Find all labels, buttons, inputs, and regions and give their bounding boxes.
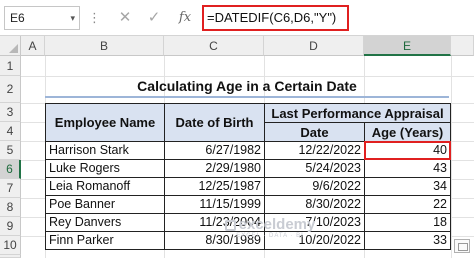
formula-input[interactable]: =DATEDIF(C6,D6,"Y"): [202, 5, 349, 31]
cell-age[interactable]: 43: [364, 159, 451, 178]
column-header-f[interactable]: [451, 36, 474, 56]
cell-employee-name[interactable]: Poe Banner: [45, 195, 165, 214]
header-date[interactable]: Date: [264, 122, 365, 142]
row-header[interactable]: 5: [0, 141, 21, 160]
cell-age[interactable]: 18: [364, 213, 451, 232]
cell-age[interactable]: 34: [364, 177, 451, 196]
name-box-value: E6: [10, 11, 25, 25]
row-header[interactable]: 9: [0, 217, 21, 236]
select-all-icon: [9, 44, 18, 53]
cell-age[interactable]: 22: [364, 195, 451, 214]
row-header[interactable]: 7: [0, 179, 21, 198]
cell-appraisal-date[interactable]: 5/24/2023: [264, 159, 365, 178]
column-header-e[interactable]: E: [364, 36, 451, 56]
select-all-button[interactable]: [0, 36, 21, 56]
cell-employee-name[interactable]: Leia Romanoff: [45, 177, 165, 196]
header-date-of-birth[interactable]: Date of Birth: [164, 103, 265, 142]
column-header-d[interactable]: D: [264, 36, 364, 56]
quick-analysis-icon[interactable]: [454, 239, 470, 253]
name-box[interactable]: E6 ▾: [4, 6, 80, 30]
drag-handle-icon[interactable]: ⋮: [88, 9, 101, 27]
column-header-c[interactable]: C: [164, 36, 264, 56]
cell-appraisal-date[interactable]: 9/6/2022: [264, 177, 365, 196]
cell-date-of-birth[interactable]: 6/27/1982: [164, 141, 265, 160]
row-header[interactable]: 10: [0, 236, 21, 255]
row-header[interactable]: 8: [0, 198, 21, 217]
row-header[interactable]: 4: [0, 122, 21, 141]
header-last-performance-appraisal[interactable]: Last Performance Appraisal: [264, 103, 451, 123]
cell-date-of-birth[interactable]: 2/29/1980: [164, 159, 265, 178]
row-header[interactable]: 3: [0, 103, 21, 122]
exceldemy-logo-icon: [224, 219, 236, 231]
header-employee-name[interactable]: Employee Name: [45, 103, 165, 142]
cell-date-of-birth[interactable]: 12/25/1987: [164, 177, 265, 196]
watermark: exceldemy EXCEL · DATA · BI: [205, 216, 335, 240]
watermark-tagline: EXCEL · DATA · BI: [236, 233, 304, 239]
title-underline: [45, 96, 449, 98]
insert-function-icon[interactable]: fx: [176, 8, 194, 28]
cell-employee-name[interactable]: Rey Danvers: [45, 213, 165, 232]
column-header-a[interactable]: A: [21, 36, 45, 56]
cell-age[interactable]: 33: [364, 231, 451, 250]
cell-employee-name[interactable]: Luke Rogers: [45, 159, 165, 178]
cell-employee-name[interactable]: Finn Parker: [45, 231, 165, 250]
gridline: [451, 56, 452, 258]
cell-employee-name[interactable]: Harrison Stark: [45, 141, 165, 160]
header-age-years[interactable]: Age (Years): [364, 122, 451, 142]
cancel-icon[interactable]: ✕: [117, 8, 133, 28]
sheet-title[interactable]: Calculating Age in a Certain Date: [45, 76, 449, 96]
watermark-brand: exceldemy: [238, 216, 316, 233]
enter-icon[interactable]: ✓: [146, 8, 162, 28]
row-header[interactable]: 1: [0, 56, 21, 76]
column-header-b[interactable]: B: [45, 36, 164, 56]
cell-date-of-birth[interactable]: 11/15/1999: [164, 195, 265, 214]
cell-age[interactable]: 40: [364, 141, 451, 160]
cell-appraisal-date[interactable]: 8/30/2022: [264, 195, 365, 214]
formula-bar: E6 ▾ ⋮ ✕ ✓ fx =DATEDIF(C6,D6,"Y"): [0, 0, 474, 36]
row-header-selected[interactable]: 6: [0, 160, 21, 179]
chevron-down-icon[interactable]: ▾: [70, 7, 75, 29]
cell-appraisal-date[interactable]: 12/22/2022: [264, 141, 365, 160]
row-header[interactable]: 2: [0, 76, 21, 103]
